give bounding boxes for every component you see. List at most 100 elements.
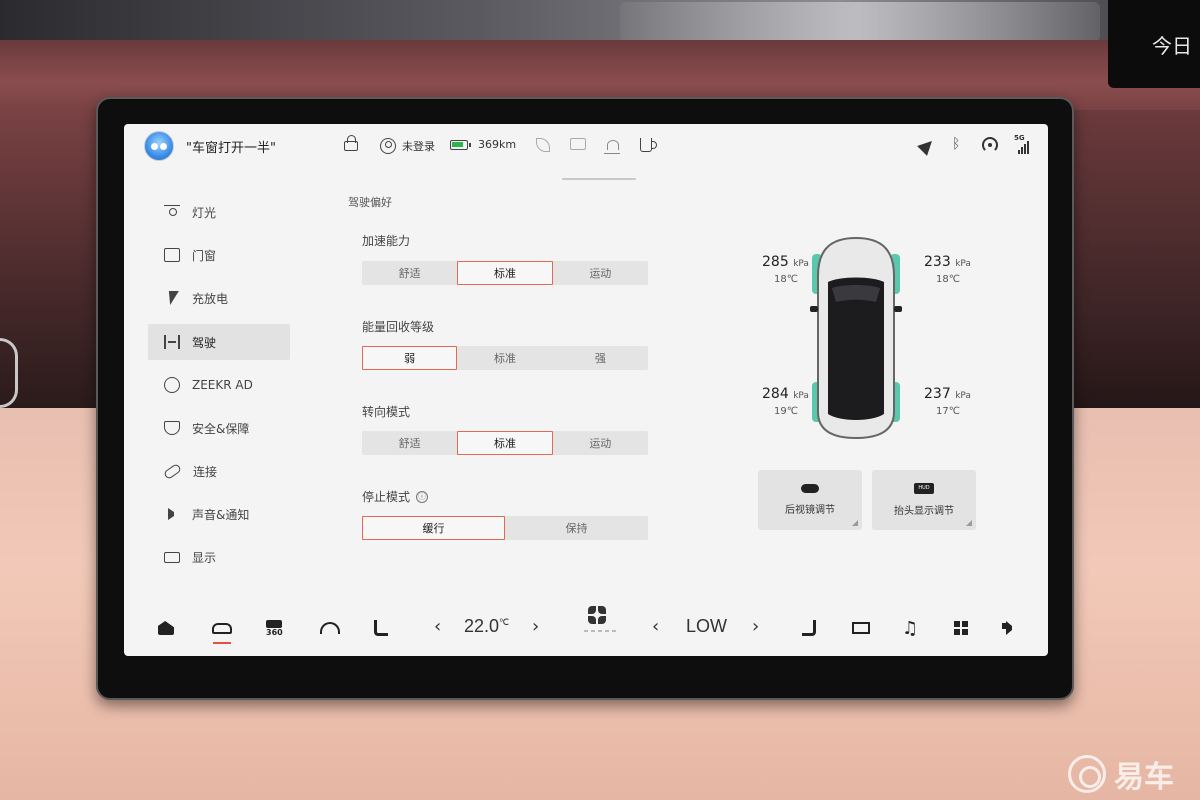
- regen-option-low[interactable]: 弱: [362, 346, 458, 370]
- stop-mode-option-creep[interactable]: 缓行: [362, 516, 505, 540]
- hotspot-icon: [982, 137, 998, 153]
- acceleration-option-standard[interactable]: 标准: [457, 261, 553, 285]
- regen-option-standard[interactable]: 标准: [457, 346, 552, 370]
- sidebar-item-label: 声音&通知: [192, 507, 250, 522]
- info-icon[interactable]: ⓘ: [416, 490, 429, 503]
- home-button[interactable]: [158, 618, 174, 638]
- defrost-status: [604, 140, 620, 154]
- sidebar-item-connectivity[interactable]: 连接: [148, 453, 290, 489]
- signal-bars-icon: [1018, 140, 1029, 154]
- temp-decrease-button[interactable]: ‹: [434, 616, 441, 637]
- infotainment-screen: "车窗打开一半" 未登录 369km ᛒ 5G 灯光 门窗 充放电 驾驶 ZEE…: [124, 124, 1048, 656]
- mirror-adjust-button[interactable]: 后视镜调节: [758, 470, 862, 530]
- seat-icon: [374, 620, 388, 636]
- bluetooth-icon: ᛒ: [952, 136, 961, 152]
- range-text: 369km: [478, 138, 517, 151]
- fan-decrease-button[interactable]: ‹: [652, 616, 659, 637]
- profile-avatar[interactable]: [144, 131, 174, 161]
- profile-name[interactable]: "车窗打开一半": [186, 137, 276, 156]
- defrost-icon: [604, 140, 620, 154]
- tire-pressure-front-right: 233 kPa: [924, 254, 971, 270]
- fan-increase-button[interactable]: ›: [752, 616, 759, 637]
- regen-option-high[interactable]: 强: [553, 346, 648, 370]
- tire-temp-front-right: 18℃: [936, 274, 960, 285]
- regen-label: 能量回收等级: [362, 320, 435, 334]
- sidebar-item-sound[interactable]: 声音&通知: [148, 496, 290, 532]
- acceleration-option-sport[interactable]: 运动: [553, 261, 648, 285]
- seat-button[interactable]: [374, 618, 388, 638]
- chassis-icon: [164, 335, 180, 349]
- sidebar-item-display[interactable]: 显示: [148, 539, 290, 575]
- camera-360-label: 360: [266, 627, 283, 637]
- tire-pressure-unit: kPa: [793, 259, 809, 269]
- lock-status[interactable]: [344, 135, 358, 151]
- car-icon: [212, 622, 232, 634]
- sidebar-item-label: 充放电: [192, 291, 229, 306]
- sidebar-item-driving[interactable]: 驾驶: [148, 324, 290, 360]
- leaf-icon: [536, 138, 550, 152]
- sidebar-item-lights[interactable]: 灯光: [148, 194, 290, 230]
- tire-temp-rear-left: 19℃: [774, 406, 798, 417]
- acceleration-label: 加速能力: [362, 234, 411, 248]
- display-icon: [164, 551, 180, 563]
- music-button[interactable]: ♫: [902, 618, 918, 639]
- login-status[interactable]: 未登录: [380, 138, 435, 154]
- steering-option-standard[interactable]: 标准: [457, 431, 553, 455]
- navigation-status[interactable]: [917, 136, 937, 156]
- rear-defrost-button[interactable]: [852, 618, 870, 638]
- fan-level-display[interactable]: LOW: [686, 616, 727, 637]
- temperature-display[interactable]: 22.0℃: [464, 616, 509, 637]
- defrost-button[interactable]: [320, 618, 340, 638]
- active-tab-indicator: [213, 642, 231, 644]
- section-title: 驾驶偏好: [348, 196, 392, 209]
- sidebar-item-safety[interactable]: 安全&保障: [148, 410, 290, 446]
- steering-wheel-icon: [164, 377, 180, 393]
- bottom-dock: 360 ‹ 22.0℃ › ‹ LOW › ♫: [124, 600, 1048, 656]
- sidebar-item-label: 驾驶: [192, 335, 217, 350]
- vehicle-button[interactable]: [212, 618, 232, 638]
- instrument-display-edge: 今日: [1108, 0, 1200, 88]
- watermark-text: 易车: [1114, 760, 1174, 795]
- camera-360-button[interactable]: 360: [266, 618, 283, 638]
- passenger-seat-button[interactable]: [802, 618, 816, 638]
- sidebar-item-label: 连接: [193, 464, 218, 479]
- pull-down-handle[interactable]: [562, 178, 636, 180]
- car-top-view-icon: [810, 236, 902, 440]
- range-status: 369km: [450, 138, 516, 151]
- login-status-text: 未登录: [402, 140, 435, 153]
- hotspot-status[interactable]: [982, 137, 998, 153]
- hud-adjust-button[interactable]: HUD 抬头显示调节: [872, 470, 976, 530]
- tire-pressure-front-left: 285 kPa: [762, 254, 809, 270]
- volume-button[interactable]: [1002, 618, 1012, 638]
- battery-icon: [450, 139, 471, 150]
- sidebar-item-label: 显示: [192, 550, 217, 565]
- link-icon: [162, 462, 183, 480]
- sidebar-item-zeekr-ad[interactable]: ZEEKR AD: [148, 367, 290, 403]
- rear-defrost-icon: [852, 622, 870, 634]
- bluetooth-status[interactable]: ᛒ: [952, 136, 960, 152]
- cup-holder-status[interactable]: [640, 138, 657, 152]
- stop-mode-option-hold[interactable]: 保持: [505, 516, 648, 540]
- eco-status: [536, 138, 550, 152]
- status-bar: "车窗打开一半" 未登录 369km ᛒ 5G: [124, 124, 1048, 168]
- hud-adjust-label: 抬头显示调节: [894, 506, 954, 517]
- corner-indicator: [852, 520, 858, 526]
- cellular-status: [1018, 140, 1029, 154]
- air-vent: [0, 338, 18, 408]
- tire-pressure-value: 284: [762, 386, 789, 402]
- tire-pressure-unit: kPa: [955, 391, 971, 401]
- acceleration-option-comfort[interactable]: 舒适: [362, 261, 457, 285]
- unlock-icon: [344, 135, 358, 151]
- fan-icon[interactable]: [588, 606, 606, 624]
- steering-option-sport[interactable]: 运动: [553, 431, 648, 455]
- cup-icon: [640, 138, 657, 152]
- corner-indicator: [966, 520, 972, 526]
- bolt-icon: [164, 291, 180, 305]
- apps-button[interactable]: [954, 618, 968, 638]
- sidebar-item-charging[interactable]: 充放电: [148, 280, 290, 316]
- sunshade-icon: [570, 138, 586, 150]
- temp-increase-button[interactable]: ›: [532, 616, 539, 637]
- steering-option-comfort[interactable]: 舒适: [362, 431, 457, 455]
- stop-mode-label-row: 停止模式 ⓘ: [362, 488, 429, 505]
- sidebar-item-doors-windows[interactable]: 门窗: [148, 237, 290, 273]
